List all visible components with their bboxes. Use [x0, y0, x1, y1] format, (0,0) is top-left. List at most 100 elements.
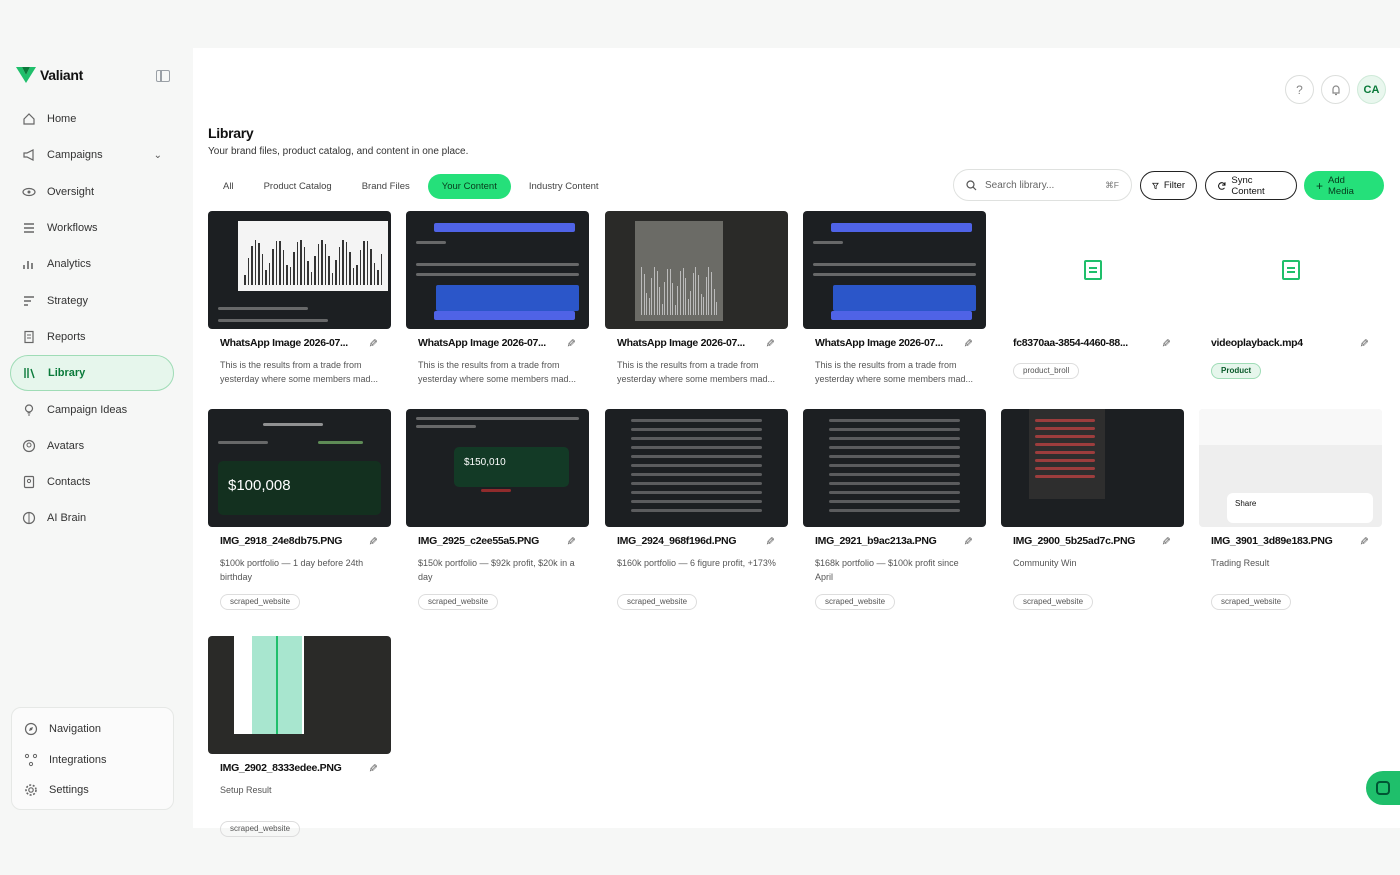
chat-support-button[interactable]	[1366, 771, 1400, 805]
media-card[interactable]: IMG_2924_968f196d.PNG ✎ $160k portfolio — …	[605, 409, 788, 610]
card-tag: scraped_website	[220, 594, 301, 610]
thumbnail[interactable]	[406, 211, 589, 329]
media-card[interactable]: $150,010 IMG_2925_c2ee55a5.PNG ✎ $150k port…	[406, 409, 589, 610]
pencil-icon[interactable]: ✎	[367, 762, 379, 774]
tab-brand-files[interactable]: Brand Files	[350, 174, 422, 199]
thumbnail[interactable]	[803, 409, 986, 527]
sidebar-item-analytics[interactable]: Analytics	[10, 246, 174, 282]
pencil-icon[interactable]: ✎	[962, 535, 974, 547]
pencil-icon[interactable]: ✎	[1358, 535, 1370, 547]
tab-your-content[interactable]: Your Content	[427, 174, 511, 199]
media-card[interactable]: fc8370aa-3854-4460-88... ✎ product_broll	[1001, 211, 1184, 379]
search-input[interactable]: Search library...	[985, 180, 1054, 191]
card-title[interactable]: IMG_2900_5b25ad7c.PNG	[1013, 535, 1154, 547]
sidebar-item-integrations[interactable]: Integrations	[12, 745, 173, 776]
sidebar-item-label: Home	[47, 113, 77, 126]
pencil-icon[interactable]: ✎	[367, 535, 379, 547]
tab-industry-content[interactable]: Industry Content	[517, 174, 611, 199]
media-card[interactable]: videoplayback.mp4 ✎ Product	[1199, 211, 1382, 379]
card-title[interactable]: IMG_2925_c2ee55a5.PNG	[418, 535, 559, 547]
pencil-icon[interactable]: ✎	[1160, 535, 1172, 547]
card-title[interactable]: videoplayback.mp4	[1211, 337, 1352, 349]
sidebar-item-workflows[interactable]: Workflows	[10, 210, 174, 246]
sidebar-item-oversight[interactable]: Oversight	[10, 174, 174, 210]
thumbnail[interactable]	[208, 211, 391, 329]
sidebar-item-library[interactable]: Library	[10, 355, 174, 392]
sidebar-collapse-icon[interactable]	[156, 70, 170, 82]
pencil-icon[interactable]: ✎	[1160, 337, 1172, 349]
card-description: $100k portfolio — 1 day before 24th birt…	[220, 558, 364, 582]
pencil-icon[interactable]: ✎	[565, 337, 577, 349]
media-card[interactable]: IMG_2921_b9ac213a.PNG ✎ $168k portfolio — …	[803, 409, 986, 610]
card-title[interactable]: WhatsApp Image 2026-07...	[617, 337, 758, 349]
add-media-button[interactable]: + Add Media	[1304, 171, 1384, 200]
card-title[interactable]: IMG_2924_968f196d.PNG	[617, 535, 758, 547]
card-title[interactable]: IMG_2921_b9ac213a.PNG	[815, 535, 956, 547]
card-title[interactable]: fc8370aa-3854-4460-88...	[1013, 337, 1154, 349]
thumbnail[interactable]: Share	[1199, 409, 1382, 527]
card-tag: scraped_website	[418, 594, 499, 610]
thumbnail[interactable]	[803, 211, 986, 329]
main-panel: ? CA Library Your brand files, product c…	[193, 48, 1400, 837]
pencil-icon[interactable]: ✎	[764, 535, 776, 547]
video-file-icon	[1083, 260, 1102, 280]
media-card[interactable]: Share IMG_3901_3d89e183.PNG ✎ Trading Resul…	[1199, 409, 1382, 610]
card-tag: Product	[1211, 363, 1262, 379]
sidebar-item-strategy[interactable]: Strategy	[10, 282, 174, 318]
sidebar-item-navigation[interactable]: Navigation	[12, 714, 173, 745]
media-card[interactable]: $100,008 IMG_2918_24e8db75.PNG ✎ $100k port…	[208, 409, 391, 610]
sidebar-item-reports[interactable]: Reports	[10, 319, 174, 355]
sidebar-item-settings[interactable]: Settings	[12, 775, 173, 806]
valiant-logo-icon	[16, 67, 36, 83]
sidebar-item-ai-brain[interactable]: AI Brain	[10, 500, 174, 536]
tab-product-catalog[interactable]: Product Catalog	[252, 174, 344, 199]
card-title[interactable]: IMG_2902_8333edee.PNG	[220, 762, 361, 774]
sidebar-item-contacts[interactable]: Contacts	[10, 464, 174, 500]
sidebar-item-campaigns[interactable]: Campaigns ⌄	[10, 137, 174, 173]
card-title[interactable]: WhatsApp Image 2026-07...	[418, 337, 559, 349]
help-button[interactable]: ?	[1285, 75, 1314, 104]
card-title[interactable]: WhatsApp Image 2026-07...	[220, 337, 361, 349]
thumbnail[interactable]	[1001, 211, 1184, 329]
user-avatar[interactable]: CA	[1357, 75, 1386, 104]
pencil-icon[interactable]: ✎	[962, 337, 974, 349]
card-tag: product_broll	[1013, 363, 1080, 379]
brand-logo[interactable]: Valiant	[16, 66, 83, 84]
sidebar-item-home[interactable]: Home	[10, 101, 174, 137]
media-card[interactable]: IMG_2900_5b25ad7c.PNG ✎ Community Win scrap…	[1001, 409, 1184, 610]
card-title[interactable]: IMG_3901_3d89e183.PNG	[1211, 535, 1352, 547]
list-icon	[24, 223, 34, 233]
thumbnail[interactable]	[1199, 211, 1382, 329]
thumbnail[interactable]	[208, 636, 391, 754]
media-card[interactable]: WhatsApp Image 2026-07... ✎ This is the re…	[406, 211, 589, 386]
tab-all[interactable]: All	[211, 174, 246, 199]
media-card[interactable]: WhatsApp Image 2026-07... ✎ This is the re…	[208, 211, 391, 386]
pencil-icon[interactable]: ✎	[1358, 337, 1370, 349]
chevron-down-icon[interactable]: ⌄	[154, 150, 162, 161]
media-card[interactable]: WhatsApp Image 2026-07... ✎ This is the re…	[605, 211, 788, 386]
brand-name: Valiant	[40, 67, 84, 83]
pencil-icon[interactable]: ✎	[367, 337, 379, 349]
search-box[interactable]: Search library... ⌘F	[953, 169, 1132, 201]
thumbnail[interactable]: $100,008	[208, 409, 391, 527]
thumbnail[interactable]	[605, 211, 788, 329]
sidebar-item-avatars[interactable]: Avatars	[10, 428, 174, 464]
video-file-icon	[1281, 260, 1300, 280]
media-card[interactable]: IMG_2902_8333edee.PNG ✎ Setup Result scrape…	[208, 636, 391, 837]
filter-button[interactable]: Filter	[1140, 171, 1197, 200]
help-icon: ?	[1296, 82, 1303, 97]
thumbnail[interactable]: $150,010	[406, 409, 589, 527]
pencil-icon[interactable]: ✎	[565, 535, 577, 547]
sidebar-item-campaign-ideas[interactable]: Campaign Ideas	[10, 391, 174, 427]
thumbnail[interactable]	[1001, 409, 1184, 527]
card-description: Community Win	[1013, 558, 1077, 568]
card-title[interactable]: WhatsApp Image 2026-07...	[815, 337, 956, 349]
pencil-icon[interactable]: ✎	[764, 337, 776, 349]
media-card[interactable]: WhatsApp Image 2026-07... ✎ This is the re…	[803, 211, 986, 386]
sync-content-button[interactable]: Sync Content	[1205, 171, 1297, 200]
brain-icon	[22, 512, 36, 525]
home-icon	[23, 113, 35, 125]
notifications-button[interactable]	[1321, 75, 1350, 104]
thumbnail[interactable]	[605, 409, 788, 527]
card-title[interactable]: IMG_2918_24e8db75.PNG	[220, 535, 361, 547]
